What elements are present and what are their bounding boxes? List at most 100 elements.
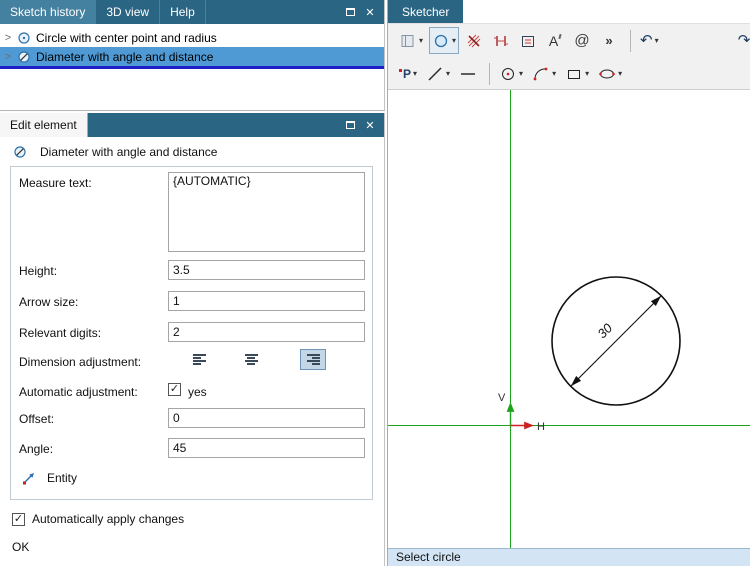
automatic-adjustment-option-label: yes (188, 385, 207, 399)
ellipse-tool-button[interactable]: ▾ (595, 60, 625, 87)
height-input[interactable] (168, 260, 365, 280)
hatch-off-icon (465, 32, 483, 50)
align-right-icon (307, 354, 320, 365)
sketch-canvas[interactable]: V H 30 (388, 90, 750, 548)
text-tool-button[interactable]: A (543, 27, 567, 54)
region-tool-button[interactable] (516, 27, 540, 54)
relevant-digits-input[interactable] (168, 322, 365, 342)
edit-element-titlebar: Edit element ✕ (0, 113, 384, 137)
maximize-icon[interactable] (340, 113, 360, 137)
entity-label: Entity (47, 471, 77, 485)
status-bar: Select circle (388, 548, 750, 566)
dropdown-arrow-icon[interactable]: ▾ (419, 36, 423, 45)
align-left-icon (193, 354, 206, 365)
tab-sketcher[interactable]: Sketcher (388, 0, 463, 23)
expand-chevron-icon[interactable]: > (0, 51, 16, 63)
tree-item-label: Diameter with angle and distance (36, 50, 213, 64)
close-icon[interactable]: ✕ (360, 0, 380, 24)
tab-3d-view[interactable]: 3D view (96, 0, 160, 24)
v-axis-label: V (498, 392, 506, 404)
toolbar-overflow-button[interactable]: » (597, 27, 621, 54)
dropdown-arrow-icon[interactable]: ▾ (446, 69, 450, 78)
sketch-history-tree: > Circle with center point and radius > … (0, 24, 384, 69)
angle-label: Angle: (19, 442, 53, 456)
sketcher-panel: Sketcher ▾ ▾ (387, 0, 750, 566)
undo-button[interactable]: ↶ ▾ (637, 27, 662, 54)
dropdown-arrow-icon[interactable]: ▾ (585, 69, 589, 78)
automatic-adjustment-checkbox[interactable]: ✓ (168, 383, 181, 396)
dropdown-arrow-icon[interactable]: ▾ (655, 36, 659, 45)
sketch-history-titlebar: Sketch history 3D view Help ✕ (0, 0, 384, 24)
arc-icon (532, 65, 550, 83)
diameter-item-icon (16, 49, 32, 65)
edit-element-panel: Edit element ✕ Diameter with angle and d… (0, 113, 385, 566)
measure-text-input[interactable]: {AUTOMATIC} (168, 172, 365, 252)
window-controls: ✕ (340, 113, 380, 137)
line-tool-button[interactable]: ▾ (423, 60, 453, 87)
hatch-off-tool-button[interactable] (462, 27, 486, 54)
dropdown-arrow-icon[interactable]: ▾ (452, 36, 456, 45)
sketcher-tabbar: Sketcher (388, 0, 750, 24)
entity-button[interactable]: Entity (21, 470, 77, 486)
window-controls: ✕ (340, 0, 380, 24)
auto-apply-row: ✓ Automatically apply changes (12, 512, 184, 526)
circle-center-icon (499, 65, 517, 83)
arc-tool-button[interactable]: ▾ (529, 60, 559, 87)
sketch-history-panel: Sketch history 3D view Help ✕ > Circle w… (0, 0, 385, 111)
dimension-adjust-left-button[interactable] (186, 349, 212, 370)
toolbar-row-2: P ▾ ▾ (388, 57, 750, 90)
close-icon[interactable]: ✕ (360, 113, 380, 137)
dimension-adjust-center-button[interactable] (238, 349, 264, 370)
dropdown-arrow-icon[interactable]: ▾ (413, 69, 417, 78)
hatch-tool-button[interactable] (489, 27, 513, 54)
rectangle-icon (565, 65, 583, 83)
offset-input[interactable] (168, 408, 365, 428)
redo-icon: ↷ (738, 33, 750, 48)
tab-help[interactable]: Help (160, 0, 206, 24)
dimension-circle-tool-button[interactable]: ▾ (429, 27, 459, 54)
toolbar-row-1: ▾ ▾ (388, 24, 750, 57)
dimension-adjustment-label: Dimension adjustment: (19, 355, 141, 369)
tab-edit-element[interactable]: Edit element (0, 113, 88, 137)
dropdown-arrow-icon[interactable]: ▾ (519, 69, 523, 78)
arrow-size-input[interactable] (168, 291, 365, 311)
circle-draw-tool-button[interactable]: ▾ (496, 60, 526, 87)
redo-button[interactable]: ↷ (732, 27, 750, 54)
relevant-digits-label: Relevant digits: (19, 326, 101, 340)
dimension-value-label[interactable]: 30 (594, 320, 615, 341)
insertion-indicator (0, 66, 384, 69)
ok-button[interactable]: OK (12, 540, 29, 554)
dropdown-arrow-icon[interactable]: ▾ (552, 69, 556, 78)
auto-apply-label: Automatically apply changes (32, 512, 184, 526)
tree-row-circle[interactable]: > Circle with center point and radius (0, 28, 384, 47)
workplane-icon (399, 32, 417, 50)
point-tool-button[interactable]: P ▾ (396, 60, 420, 87)
dropdown-arrow-icon[interactable]: ▾ (618, 69, 622, 78)
edit-element-header: Diameter with angle and distance (12, 144, 217, 160)
horizontal-line-tool-button[interactable] (456, 60, 480, 87)
diameter-dimension-line[interactable] (571, 296, 660, 385)
line-icon (426, 65, 444, 83)
auto-apply-checkbox[interactable]: ✓ (12, 513, 25, 526)
arrow-size-label: Arrow size: (19, 295, 78, 309)
circle-tool-icon (432, 32, 450, 50)
maximize-icon[interactable] (340, 0, 360, 24)
expand-chevron-icon[interactable]: > (0, 32, 16, 44)
tree-row-diameter[interactable]: > Diameter with angle and distance (0, 47, 384, 66)
symbol-tool-button[interactable]: @ (570, 27, 594, 54)
point-icon: P (399, 67, 411, 81)
h-axis-label: H (537, 421, 545, 433)
status-text: Select circle (396, 550, 461, 564)
toolbar-separator (630, 30, 631, 52)
entity-icon (21, 470, 37, 486)
at-icon: @ (574, 32, 589, 49)
offset-label: Offset: (19, 412, 54, 426)
angle-input[interactable] (168, 438, 365, 458)
edit-element-header-label: Diameter with angle and distance (40, 145, 217, 159)
tab-sketch-history[interactable]: Sketch history (0, 0, 96, 24)
region-icon (519, 32, 537, 50)
ellipse-icon (598, 65, 616, 83)
model-view-button[interactable]: ▾ (396, 27, 426, 54)
dimension-adjust-right-button[interactable] (300, 349, 326, 370)
rectangle-tool-button[interactable]: ▾ (562, 60, 592, 87)
